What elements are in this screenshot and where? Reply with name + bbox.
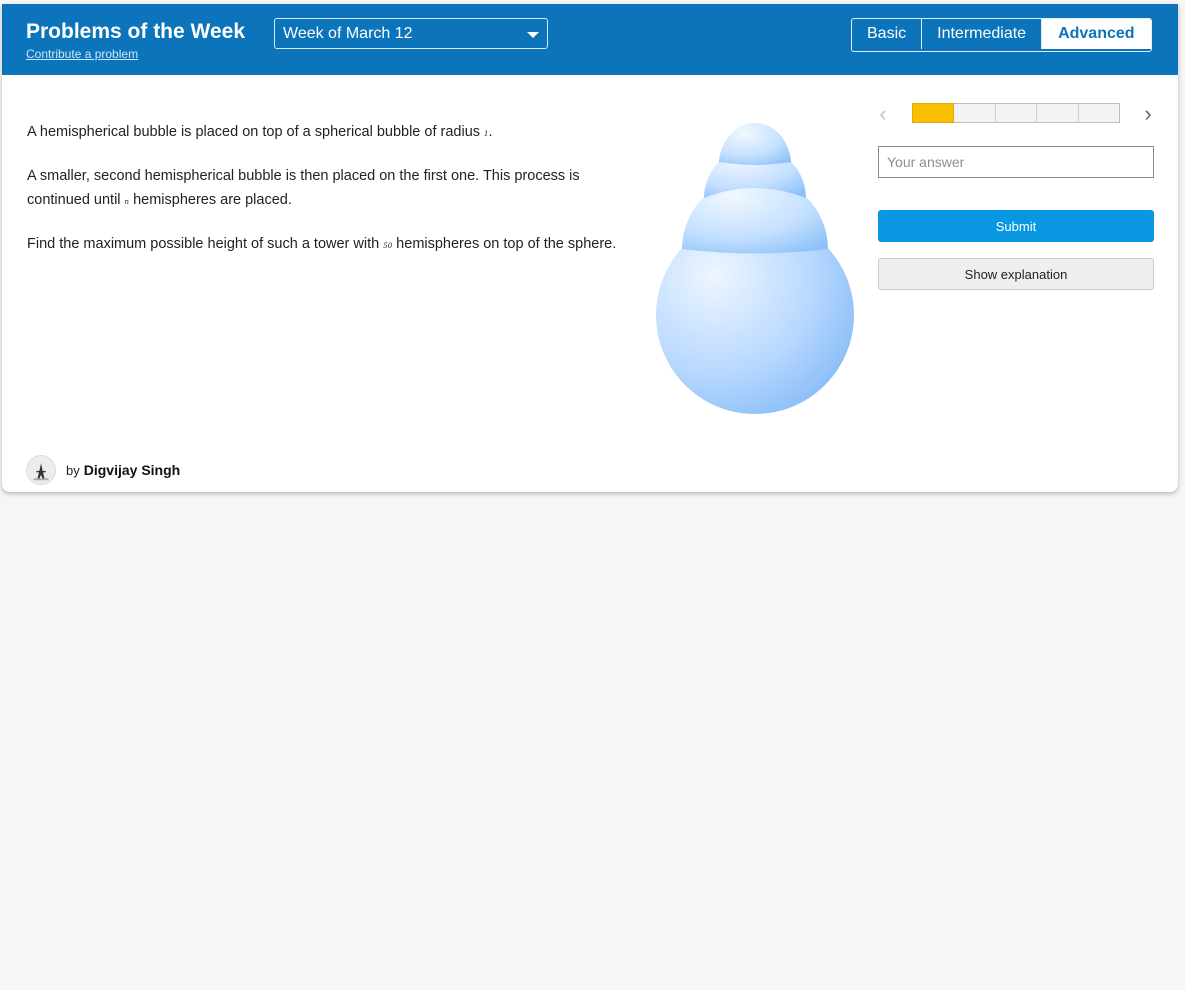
problem-paragraph-1: A hemispherical bubble is placed on top … (27, 120, 637, 146)
bubble-tower-illustration (656, 123, 854, 414)
problem-text: hemispheres on top of the sphere. (392, 236, 617, 252)
progress-bar (912, 103, 1120, 123)
level-tabs: Basic Intermediate Advanced (851, 18, 1152, 52)
chevron-right-icon[interactable]: › (1139, 102, 1157, 126)
eiffel-tower-icon (33, 459, 49, 481)
chevron-left-icon[interactable]: ‹ (874, 102, 892, 126)
tab-basic[interactable]: Basic (852, 19, 923, 49)
week-select-value: Week of March 12 (283, 25, 413, 42)
hemisphere-4 (720, 123, 790, 165)
by-label: by (66, 462, 80, 478)
progress-segment (912, 103, 955, 123)
week-select[interactable]: Week of March 12 (274, 18, 548, 49)
author-name[interactable]: Digvijay Singh (84, 462, 180, 478)
problem-text: . (488, 124, 493, 140)
show-explanation-button[interactable]: Show explanation (878, 258, 1154, 290)
problem-text: A smaller, second hemispherical bubble i… (27, 168, 580, 208)
progress-segment (1079, 104, 1119, 122)
caret-down-icon (527, 32, 539, 38)
tab-advanced[interactable]: Advanced (1042, 19, 1151, 49)
contribute-link[interactable]: Contribute a problem (26, 47, 138, 61)
progress-segment (1037, 104, 1079, 122)
answer-input[interactable] (878, 146, 1154, 178)
submit-button[interactable]: Submit (878, 210, 1154, 242)
problem-statement: A hemispherical bubble is placed on top … (27, 120, 637, 276)
math-count: 50 (383, 242, 393, 250)
tab-intermediate[interactable]: Intermediate (922, 19, 1043, 49)
author-credit: by Digvijay Singh (26, 454, 180, 486)
problem-text: A hemispherical bubble is placed on top … (27, 124, 485, 140)
problem-card: Problems of the Week Contribute a proble… (2, 4, 1178, 492)
problem-text: Find the maximum possible height of such… (27, 236, 384, 252)
problem-text: hemispheres are placed. (129, 192, 292, 208)
progress-segment (954, 104, 996, 122)
page-title: Problems of the Week (26, 20, 246, 43)
header-bar: Problems of the Week Contribute a proble… (2, 4, 1178, 75)
avatar[interactable] (26, 455, 56, 485)
progress-segment (996, 104, 1038, 122)
problem-paragraph-2: A smaller, second hemispherical bubble i… (27, 164, 637, 214)
problem-paragraph-3: Find the maximum possible height of such… (27, 232, 637, 258)
